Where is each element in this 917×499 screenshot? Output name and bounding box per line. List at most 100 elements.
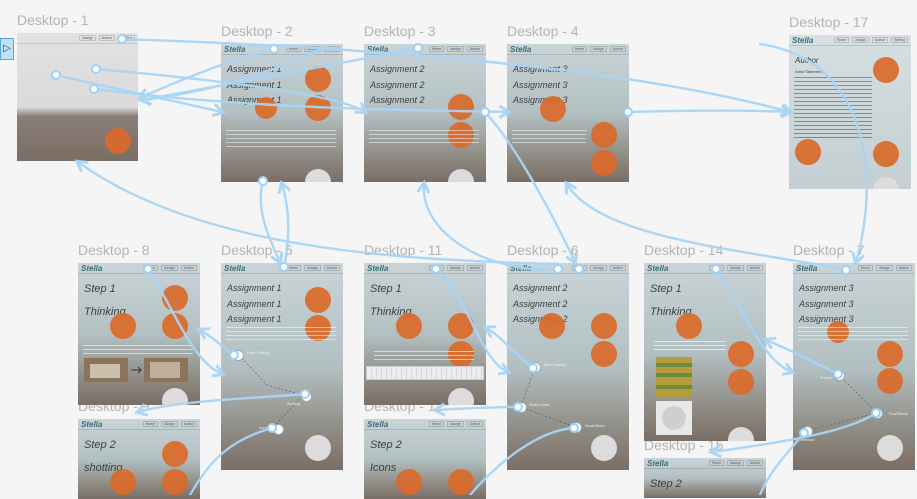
grey-circle[interactable]	[728, 427, 754, 441]
orange-circle[interactable]	[305, 66, 331, 92]
frame-line[interactable]: Assignment 1	[227, 64, 282, 74]
orange-circle[interactable]	[305, 95, 331, 121]
frame-line[interactable]: Assignment 1	[227, 80, 282, 90]
connection-handle[interactable]	[480, 107, 490, 117]
frame-desktop-8[interactable]: Stella Home Assign Author Step 1 Thinkin…	[78, 263, 200, 405]
brand-logo[interactable]: Stella	[367, 45, 388, 54]
nav-item[interactable]: Home	[428, 421, 445, 427]
nav-item[interactable]: Assign	[727, 460, 744, 466]
orange-circle[interactable]	[448, 469, 474, 495]
process-node-label[interactable]: Sketch Ideas	[529, 403, 549, 407]
nav-item[interactable]: Assign	[304, 46, 321, 52]
connection-handle[interactable]	[841, 265, 851, 275]
orange-circle[interactable]	[110, 313, 136, 339]
orange-circle[interactable]	[396, 313, 422, 339]
connection-handle[interactable]	[117, 34, 127, 44]
connection-handle[interactable]	[574, 264, 584, 274]
nav-item[interactable]: Setting	[891, 37, 908, 43]
nav-item[interactable]: Assign	[447, 265, 464, 271]
frame-line[interactable]: Assignment 2	[370, 80, 425, 90]
connection-handle[interactable]	[91, 64, 101, 74]
frame-desktop-17[interactable]: Stella Home Assign Author Setting Author…	[789, 35, 911, 189]
orange-circle[interactable]	[873, 57, 899, 83]
connection-handle[interactable]	[267, 423, 277, 433]
frame-line[interactable]: Step 2	[84, 439, 116, 451]
process-node-label[interactable]: Start Thinking	[544, 363, 566, 367]
orange-circle[interactable]	[448, 94, 474, 120]
orange-circle[interactable]	[255, 97, 277, 119]
nav-item[interactable]: Author	[466, 265, 483, 271]
frame-desktop-4[interactable]: Stella Home Assign Author Assignment 3 A…	[507, 44, 629, 182]
nav-item[interactable]: Home	[833, 37, 850, 43]
orange-circle[interactable]	[110, 469, 136, 495]
grey-circle[interactable]	[877, 435, 903, 461]
brand-logo[interactable]: Stella	[367, 420, 388, 429]
connection-handle[interactable]	[871, 408, 881, 418]
nav-item[interactable]: Author	[466, 46, 483, 52]
connection-handle[interactable]	[258, 176, 268, 186]
nav-item[interactable]: Assign	[79, 35, 96, 41]
orange-circle[interactable]	[676, 313, 702, 339]
connection-handle[interactable]	[229, 350, 239, 360]
connection-handle[interactable]	[623, 107, 633, 117]
connection-handle[interactable]	[799, 428, 809, 438]
frame-line[interactable]: Step 2	[650, 478, 682, 490]
nav-item[interactable]: Assign	[161, 265, 178, 271]
orange-circle[interactable]	[162, 469, 188, 495]
frame-desktop-3[interactable]: Stella Home Assign Author Assignment 2 A…	[364, 44, 486, 182]
process-node-label[interactable]: Initial Thinking	[247, 351, 269, 355]
orange-circle[interactable]	[873, 141, 899, 167]
frame-line[interactable]: Step 1	[370, 283, 402, 295]
frame-label-desktop-1[interactable]: Desktop - 1	[17, 12, 89, 28]
grey-circle[interactable]	[305, 169, 331, 182]
frame-line[interactable]: Step 2	[370, 439, 402, 451]
nav-item[interactable]: Author	[180, 421, 197, 427]
frame-line[interactable]: Artist Statement	[795, 69, 823, 74]
frame-label-desktop-7[interactable]: Desktop - 7	[793, 242, 865, 258]
orange-circle[interactable]	[728, 341, 754, 367]
grey-circle[interactable]	[162, 388, 188, 405]
nav-item[interactable]: Author	[180, 265, 197, 271]
brand-logo[interactable]: Stella	[647, 264, 668, 273]
process-node-label[interactable]: Visual Music	[585, 424, 605, 428]
connection-handle[interactable]	[833, 369, 843, 379]
process-node-label[interactable]: Shotting	[287, 402, 300, 406]
connection-handle[interactable]	[711, 264, 721, 274]
nav-item[interactable]: Assign	[852, 37, 869, 43]
brand-logo[interactable]: Stella	[510, 45, 531, 54]
orange-circle[interactable]	[795, 139, 821, 165]
flow-start-icon[interactable]: ▷	[0, 38, 14, 60]
frame-label-desktop-11[interactable]: Desktop - 11	[364, 242, 442, 258]
nav-item[interactable]: Author	[609, 46, 626, 52]
frame-desktop-12[interactable]: Stella Home Assign Author Step 2 Icons	[364, 419, 486, 499]
nav-item[interactable]: Assign	[727, 265, 744, 271]
nav-item[interactable]: Author	[746, 460, 763, 466]
frame-label-desktop-17[interactable]: Desktop - 17	[789, 14, 868, 30]
nav-item[interactable]: Home	[708, 460, 725, 466]
nav-item[interactable]: Assign	[590, 46, 607, 52]
connection-handle[interactable]	[143, 264, 153, 274]
nav-item[interactable]: Home	[142, 421, 159, 427]
frame-label-desktop-3[interactable]: Desktop - 3	[364, 23, 436, 39]
nav-item[interactable]: Author	[98, 35, 116, 41]
brand-logo[interactable]: Stella	[367, 264, 388, 273]
frame-line[interactable]: Assignment 2	[370, 95, 425, 105]
orange-circle[interactable]	[591, 122, 617, 148]
orange-circle[interactable]	[448, 313, 474, 339]
nav-item[interactable]: Author	[746, 265, 763, 271]
frame-line[interactable]: Assignment 3	[513, 64, 568, 74]
connection-handle[interactable]	[528, 363, 538, 373]
process-node-label[interactable]: Reflection	[799, 438, 815, 442]
frame-line[interactable]: Author	[795, 56, 819, 65]
frame-desktop-2[interactable]: Stella Home Assign Author Assignment 1 A…	[221, 44, 343, 182]
connection-handle[interactable]	[51, 70, 61, 80]
grey-circle[interactable]	[448, 388, 474, 405]
nav-item[interactable]: Author	[323, 46, 340, 52]
brand-logo[interactable]: Stella	[81, 264, 102, 273]
frame-desktop-15[interactable]: Stella Home Assign Author Step 2	[644, 458, 766, 498]
frame-line[interactable]: Step 1	[650, 283, 682, 295]
orange-circle[interactable]	[162, 313, 188, 339]
orange-circle[interactable]	[162, 441, 188, 467]
orange-circle[interactable]	[540, 96, 566, 122]
frame-desktop-9[interactable]: Stella Home Assign Author Step 2 shottin…	[78, 419, 200, 499]
